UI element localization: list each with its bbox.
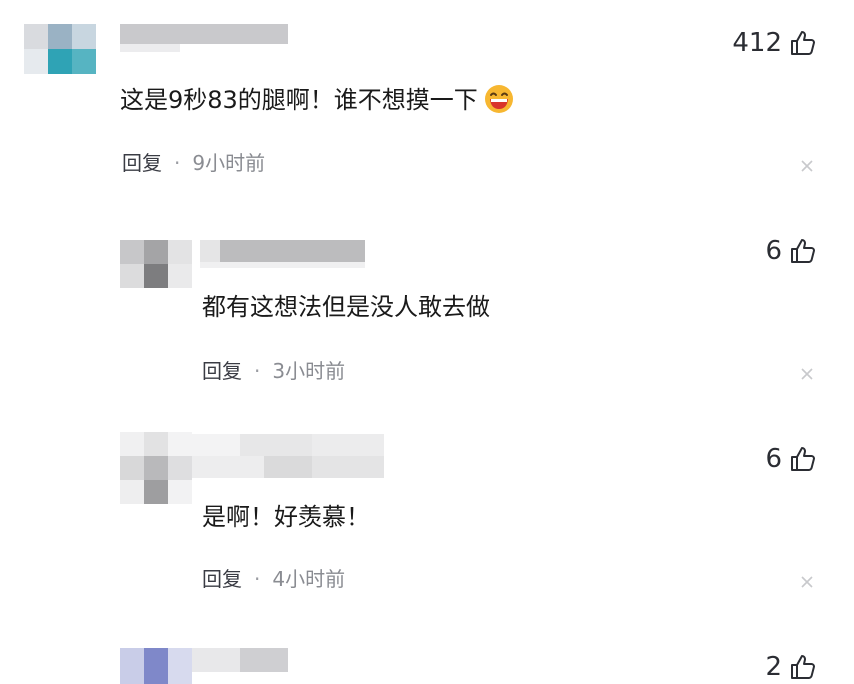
comment-item: 2 (0, 620, 854, 684)
comment-meta: 回复 · 3小时前 (202, 358, 345, 384)
username-blurred[interactable] (192, 434, 384, 478)
reply-button[interactable]: 回复 (122, 151, 162, 175)
like-button[interactable]: 6 (765, 444, 818, 474)
like-button[interactable]: 2 (765, 652, 818, 682)
close-icon (801, 160, 813, 172)
meta-separator: · (174, 151, 181, 175)
meta-separator: · (254, 359, 261, 383)
grinning-face-emoji (484, 85, 513, 113)
username-blurred[interactable] (192, 648, 288, 672)
comment-meta: 回复 · 4小时前 (202, 566, 345, 592)
thumbs-up-icon (791, 31, 815, 55)
like-count: 2 (765, 652, 782, 682)
username-blurred[interactable] (120, 24, 288, 52)
like-button[interactable]: 6 (765, 236, 818, 266)
avatar[interactable] (120, 648, 192, 684)
comment-item: 412 这是9秒83的腿啊！谁不想摸一下 回复 · 9小时前 (0, 0, 854, 200)
dismiss-button[interactable] (800, 158, 814, 172)
dismiss-button[interactable] (800, 574, 814, 588)
thumbs-up-icon (791, 239, 815, 263)
reply-button[interactable]: 回复 (202, 359, 242, 383)
comment-text: 都有这想法但是没人敢去做 (202, 293, 490, 321)
meta-separator: · (254, 567, 261, 591)
avatar[interactable] (120, 432, 192, 504)
comment-time: 3小时前 (272, 359, 346, 383)
close-icon (801, 368, 813, 380)
comment-item: 6 都有这想法但是没人敢去做 回复 · 3小时前 (0, 200, 854, 410)
like-count: 6 (765, 444, 782, 474)
avatar[interactable] (120, 240, 192, 288)
dismiss-button[interactable] (800, 366, 814, 380)
comment-meta: 回复 · 9小时前 (122, 150, 265, 176)
comment-text: 是啊！好羡慕！ (202, 503, 370, 531)
comment-time: 9小时前 (192, 151, 266, 175)
comment-time: 4小时前 (272, 567, 346, 591)
like-count: 412 (732, 28, 782, 58)
thumbs-up-icon (791, 447, 815, 471)
comment-text: 这是9秒83的腿啊！谁不想摸一下 (120, 84, 514, 115)
close-icon (801, 576, 813, 588)
thumbs-up-icon (791, 655, 815, 679)
username-blurred[interactable] (200, 240, 365, 268)
like-button[interactable]: 412 (732, 28, 818, 58)
comment-item: 6 是啊！好羡慕！ 回复 · 4小时前 (0, 410, 854, 620)
avatar[interactable] (24, 24, 96, 74)
reply-button[interactable]: 回复 (202, 567, 242, 591)
like-count: 6 (765, 236, 782, 266)
